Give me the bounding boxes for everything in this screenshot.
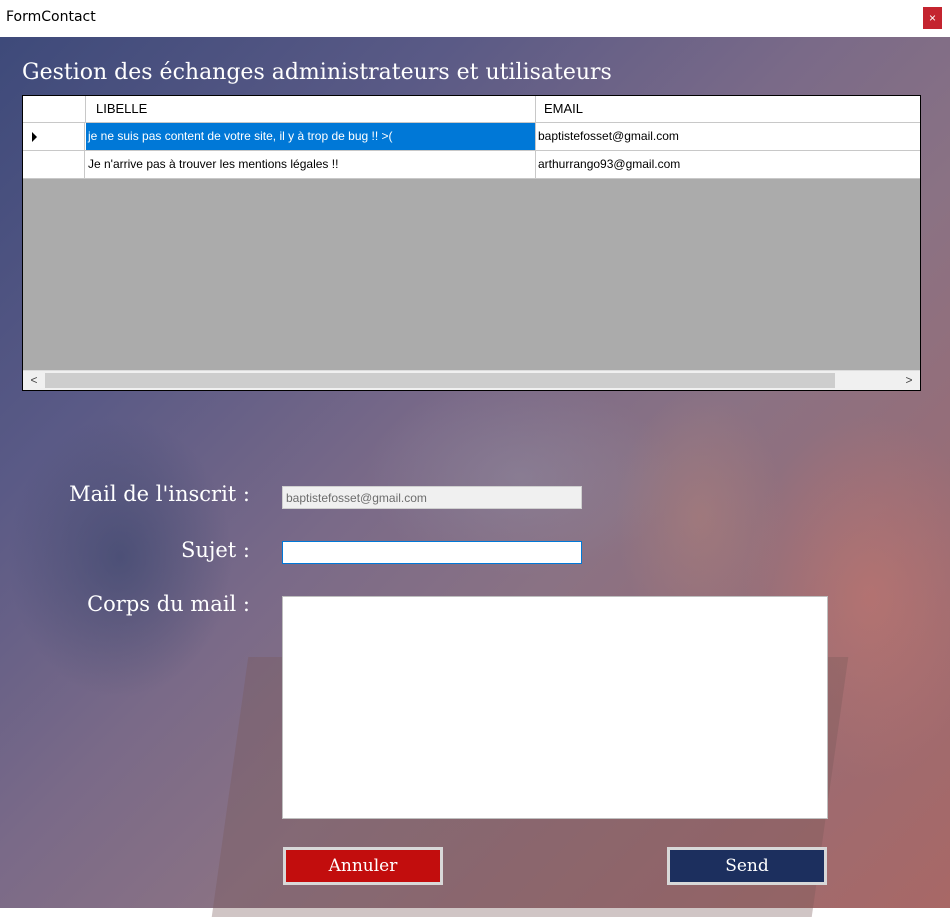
title-bar: FormContact × [0, 0, 950, 37]
exchanges-grid[interactable]: LIBELLE EMAIL je ne suis pas content de … [22, 95, 921, 391]
column-header-email[interactable]: EMAIL [536, 96, 920, 122]
grid-corner-cell[interactable] [23, 96, 86, 122]
cell-email[interactable]: arthurrango93@gmail.com [536, 151, 920, 178]
table-row[interactable]: Je n'arrive pas à trouver les mentions l… [23, 151, 920, 179]
close-button[interactable]: × [923, 7, 942, 29]
sujet-field[interactable] [282, 541, 582, 564]
mail-label: Mail de l'inscrit : [69, 482, 250, 506]
window-title: FormContact [6, 9, 96, 25]
send-button[interactable]: Send [667, 847, 827, 885]
corps-label: Corps du mail : [87, 592, 250, 616]
cell-libelle[interactable]: Je n'arrive pas à trouver les mentions l… [86, 151, 536, 178]
row-header[interactable] [23, 123, 85, 150]
mail-field[interactable] [282, 486, 582, 509]
scrollbar-thumb[interactable] [45, 373, 835, 388]
grid-header: LIBELLE EMAIL [23, 96, 920, 123]
column-header-libelle[interactable]: LIBELLE [86, 96, 536, 122]
corps-textarea[interactable] [282, 596, 828, 819]
cell-email[interactable]: baptistefosset@gmail.com [536, 123, 920, 150]
cancel-button[interactable]: Annuler [283, 847, 443, 885]
row-header[interactable] [23, 151, 85, 178]
horizontal-scrollbar[interactable]: < > [23, 370, 920, 390]
sujet-label: Sujet : [180, 538, 250, 562]
page-title: Gestion des échanges administrateurs et … [22, 60, 612, 85]
scroll-right-icon[interactable]: > [898, 371, 920, 390]
scroll-left-icon[interactable]: < [23, 371, 45, 390]
table-row[interactable]: je ne suis pas content de votre site, il… [23, 123, 920, 151]
current-row-arrow-icon [32, 132, 37, 142]
cell-libelle[interactable]: je ne suis pas content de votre site, il… [86, 123, 536, 150]
